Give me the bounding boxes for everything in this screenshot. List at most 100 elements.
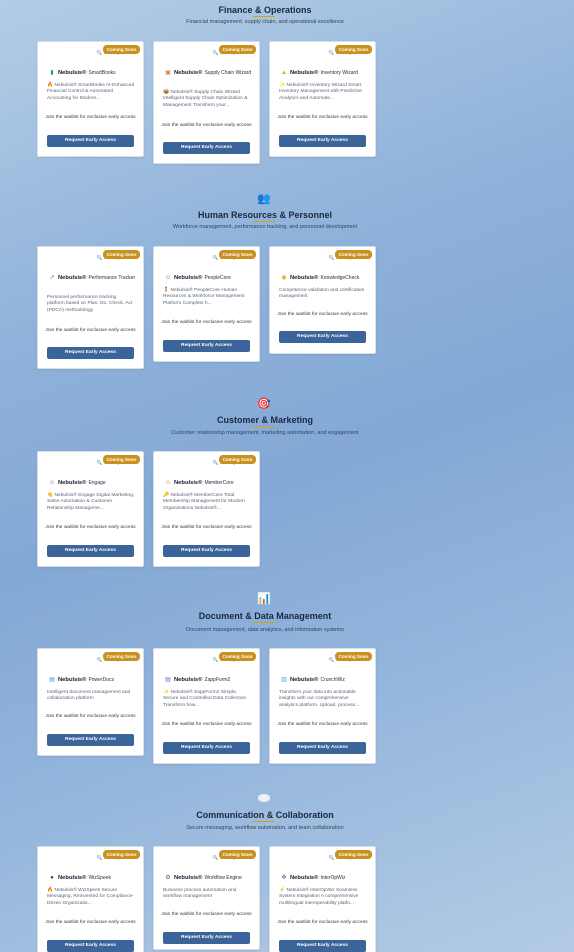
brand-name: Nebulsis® (58, 70, 87, 76)
waitlist-text: Join the waitlist for exclusive early ac… (45, 920, 136, 925)
request-early-access-button[interactable]: Request Early Access (47, 734, 134, 746)
coming-soon-badge: Coming Soon (219, 250, 256, 259)
section-subtitle: Customer relationship management, market… (171, 430, 359, 436)
card-title: ☺ Nebulsis® MemberCore (164, 479, 255, 487)
card-description: 🔑 Nebulsis® MemberCore Total Membership … (163, 493, 245, 511)
coming-soon-badge: Coming Soon (335, 250, 372, 259)
document-icon: ▤ (49, 677, 55, 683)
product-name: MemberCore (204, 480, 234, 486)
request-early-access-button[interactable]: Request Early Access (279, 742, 366, 754)
card-title: ▣ Nebulsis® Supply Chain Wizard (164, 69, 255, 77)
coming-soon-badge: Coming Soon (103, 250, 140, 259)
card-title: ↗ Nebulsis® Performance Tracker (48, 274, 139, 282)
card-title: ▤ Nebulsis® ZappForm2 (164, 676, 255, 684)
truck-icon: ▣ (165, 70, 171, 76)
waitlist-text: Join the waitlist for exclusive early ac… (45, 328, 136, 333)
card-description: Business process automation and workflow… (163, 888, 237, 900)
section-title: Document & Data Management (198, 611, 332, 621)
card-title: ▲ Nebulsis® Inventory Wizard (280, 69, 371, 77)
product-name: SmartBooks (88, 70, 116, 76)
card-description: 🔥 Nebulsis® WizSpeek Secure Messaging, R… (47, 888, 134, 906)
request-early-access-button[interactable]: Request Early Access (279, 135, 366, 147)
request-early-access-button[interactable]: Request Early Access (279, 940, 366, 952)
brand-name: Nebulsis® (290, 875, 319, 881)
section-subtitle: Document management, data analytics, and… (185, 627, 345, 633)
brand-name: Nebulsis® (58, 480, 87, 486)
waitlist-text: Join the waitlist for exclusive early ac… (161, 123, 252, 128)
request-early-access-button[interactable]: Request Early Access (163, 340, 250, 352)
waitlist-text: Join the waitlist for exclusive early ac… (45, 115, 136, 120)
product-card-inventory-wizard: 🔍 Coming Soon Coming Soon ▲ Nebulsis® In… (269, 41, 376, 157)
card-description: 📦 Nebulsis® Supply Chain Wizard Intellig… (163, 90, 248, 108)
section-title: Communication & Collaboration (196, 810, 334, 820)
card-title: ◉ Nebulsis® KnowledgeCheck (280, 274, 371, 282)
request-early-access-button[interactable]: Request Early Access (163, 932, 250, 944)
coming-soon-badge: Coming Soon (219, 455, 256, 464)
card-description: Competence validation and certification … (279, 288, 365, 300)
product-card-engage: 🔍 Coming Soon Coming Soon ☺ Nebulsis® En… (37, 451, 144, 567)
coming-soon-badge: Coming Soon (103, 455, 140, 464)
lightbulb-icon: ◉ (281, 275, 287, 281)
waitlist-text: Join the waitlist for exclusive early ac… (161, 320, 252, 325)
request-early-access-button[interactable]: Request Early Access (163, 545, 250, 557)
card-title: ⚙ Nebulsis® Workflow Engine (164, 874, 255, 882)
people-icon: ☺ (48, 480, 56, 486)
card-description: ⚡ Nebulsis® InterOpWiz Seamless System I… (279, 888, 359, 906)
waitlist-text: Join the waitlist for exclusive early ac… (161, 912, 252, 917)
card-description: 🔥 Nebulsis® SmartBooks AI-Enhanced Finan… (47, 83, 135, 101)
section-title: Customer & Marketing (216, 415, 314, 425)
product-card-zappform2: 🔍 Coming Soon Coming Soon ▤ Nebulsis® Za… (153, 648, 260, 764)
product-name: Engage (88, 480, 106, 486)
request-early-access-button[interactable]: Request Early Access (47, 545, 134, 557)
coming-soon-badge: Coming Soon (219, 652, 256, 661)
brand-name: Nebulsis® (58, 875, 87, 881)
title-underline (253, 622, 275, 623)
coming-soon-badge: Coming Soon (219, 850, 256, 859)
coming-soon-badge: Coming Soon (103, 850, 140, 859)
product-card-supply-chain-wizard: 🔍 Coming Soon Coming Soon ▣ Nebulsis® Su… (153, 41, 260, 164)
waitlist-text: Join the waitlist for exclusive early ac… (277, 312, 368, 317)
brand-name: Nebulsis® (174, 70, 203, 76)
chat-icon: ● (50, 875, 54, 881)
product-card-smartbooks: 🔍 Coming Soon Coming Soon ▮ Nebulsis® Sm… (37, 41, 144, 157)
brand-name: Nebulsis® (174, 275, 203, 281)
request-early-access-button[interactable]: Request Early Access (163, 142, 250, 154)
title-underline (253, 16, 275, 17)
brand-name: Nebulsis® (174, 480, 203, 486)
product-name: PeopleCore (204, 275, 231, 281)
waitlist-text: Join the waitlist for exclusive early ac… (45, 525, 136, 530)
product-card-interopwiz: 🔍 Coming Soon Coming Soon ✥ Nebulsis® In… (269, 846, 376, 952)
request-early-access-button[interactable]: Request Early Access (163, 742, 250, 754)
request-early-access-button[interactable]: Request Early Access (279, 331, 366, 343)
chart-line-icon: ↗ (49, 275, 55, 281)
product-card-knowledgecheck: 🔍 Coming Soon Coming Soon ◉ Nebulsis® Kn… (269, 246, 376, 354)
card-title: ☺ Nebulsis® Engage (48, 479, 139, 487)
form-icon: ▤ (165, 677, 171, 683)
coming-soon-badge: Coming Soon (335, 850, 372, 859)
chat-bubble-icon (257, 791, 271, 805)
waitlist-text: Join the waitlist for exclusive early ac… (277, 115, 368, 120)
waitlist-text: Join the waitlist for exclusive early ac… (277, 722, 368, 727)
section-subtitle: Workforce management, performance tracki… (172, 224, 358, 230)
target-icon: 🎯 (257, 398, 271, 410)
card-title: ▮ Nebulsis® SmartBooks (48, 69, 139, 77)
books-icon: ▮ (50, 70, 54, 76)
box-icon: ▲ (281, 70, 287, 76)
people-icon: ☺ (164, 275, 172, 281)
product-card-performance-tracker: 🔍 Coming Soon Coming Soon ↗ Nebulsis® Pe… (37, 246, 144, 369)
coming-soon-badge: Coming Soon (103, 652, 140, 661)
waitlist-text: Join the waitlist for exclusive early ac… (277, 920, 368, 925)
request-early-access-button[interactable]: Request Early Access (47, 135, 134, 147)
request-early-access-button[interactable]: Request Early Access (47, 940, 134, 952)
waitlist-text: Join the waitlist for exclusive early ac… (45, 714, 136, 719)
card-title: ● Nebulsis® WizSpeek (48, 874, 139, 882)
product-name: PowerDocs (88, 677, 115, 683)
product-name: KnowledgeCheck (320, 275, 360, 281)
gear-icon: ⚙ (165, 875, 171, 881)
card-title: ☺ Nebulsis® PeopleCore (164, 274, 255, 282)
card-title: ▤ Nebulsis® PowerDocs (48, 676, 139, 684)
product-name: Inventory Wizard (320, 70, 358, 76)
product-card-wizspeek: 🔍 Coming Soon Coming Soon ● Nebulsis® Wi… (37, 846, 144, 952)
card-description: Personnel performance tracking platform … (47, 295, 133, 313)
request-early-access-button[interactable]: Request Early Access (47, 347, 134, 359)
